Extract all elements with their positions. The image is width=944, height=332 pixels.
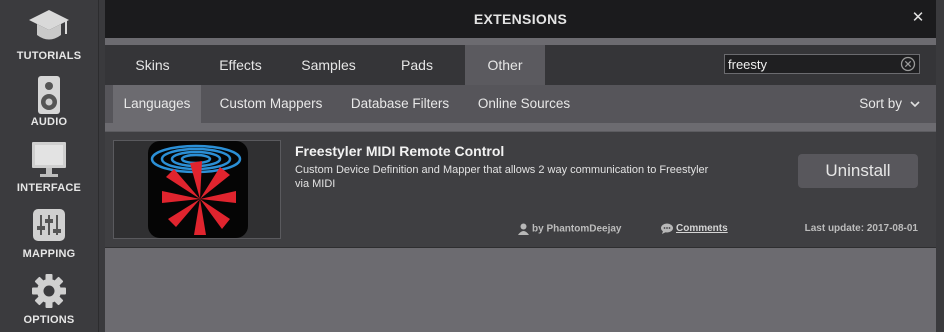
tab-pads[interactable]: Pads bbox=[376, 45, 458, 85]
tab-effects[interactable]: Effects bbox=[200, 45, 281, 85]
extension-author: by PhantomDeejay bbox=[518, 223, 621, 235]
extension-thumbnail bbox=[113, 140, 281, 239]
extension-comments[interactable]: Comments bbox=[661, 223, 728, 234]
sidebar-item-mapping[interactable]: MAPPING bbox=[0, 206, 98, 260]
sidebar-item-label: TUTORIALS bbox=[16, 50, 82, 62]
subtab-custom-mappers[interactable]: Custom Mappers bbox=[211, 85, 331, 123]
freestyler-logo-icon bbox=[148, 141, 248, 238]
subcategory-tabs: Languages Custom Mappers Database Filter… bbox=[105, 85, 936, 123]
extension-title: Freestyler MIDI Remote Control bbox=[295, 143, 505, 159]
chevron-down-icon bbox=[910, 101, 920, 108]
extension-description: Custom Device Definition and Mapper that… bbox=[295, 164, 709, 190]
comment-bubble-icon bbox=[661, 223, 673, 234]
extensions-window: EXTENSIONS ✕ Skins Effects Samples Pads … bbox=[105, 0, 936, 332]
search-box bbox=[724, 54, 920, 74]
sidebar-item-label: AUDIO bbox=[30, 116, 68, 128]
category-tabs: Skins Effects Samples Pads Other bbox=[105, 45, 936, 85]
tab-other[interactable]: Other bbox=[465, 45, 545, 85]
search-input[interactable] bbox=[728, 55, 898, 73]
close-icon[interactable]: ✕ bbox=[910, 9, 926, 27]
sidebar-item-tutorials[interactable]: TUTORIALS bbox=[0, 8, 98, 62]
sidebar-item-audio[interactable]: AUDIO bbox=[0, 74, 98, 128]
author-label: by PhantomDeejay bbox=[532, 223, 622, 235]
subtab-online-sources[interactable]: Online Sources bbox=[469, 85, 579, 123]
window-title: EXTENSIONS bbox=[473, 11, 568, 27]
tab-skins[interactable]: Skins bbox=[105, 45, 200, 85]
subtab-languages[interactable]: Languages bbox=[113, 85, 201, 123]
tab-samples[interactable]: Samples bbox=[281, 45, 376, 85]
sidebar-item-label: OPTIONS bbox=[23, 314, 75, 326]
sort-by-dropdown[interactable]: Sort by bbox=[859, 85, 920, 123]
sidebar-item-interface[interactable]: INTERFACE bbox=[0, 140, 98, 194]
sidebar-item-label: INTERFACE bbox=[16, 182, 82, 194]
title-bar: EXTENSIONS ✕ bbox=[105, 0, 936, 38]
sidebar-item-label: MAPPING bbox=[22, 248, 76, 260]
sidebar-item-options[interactable]: OPTIONS bbox=[0, 272, 98, 326]
comments-link[interactable]: Comments bbox=[676, 223, 728, 234]
monitor-icon bbox=[32, 142, 66, 177]
graduation-cap-icon bbox=[29, 10, 69, 40]
user-icon bbox=[518, 223, 529, 235]
sort-by-label: Sort by bbox=[859, 96, 902, 111]
extension-card: Freestyler MIDI Remote Control Custom De… bbox=[105, 131, 936, 248]
results-empty-area bbox=[105, 248, 936, 332]
speaker-icon bbox=[38, 76, 60, 114]
last-update: Last update: 2017-08-01 bbox=[804, 223, 918, 234]
sliders-icon bbox=[33, 209, 65, 241]
gear-icon bbox=[32, 274, 66, 308]
subtab-database-filters[interactable]: Database Filters bbox=[343, 85, 457, 123]
clear-circle-icon[interactable] bbox=[900, 56, 916, 72]
left-sidebar: TUTORIALS AUDIO INTERFACE MAPPING OPTION… bbox=[0, 0, 99, 332]
uninstall-button[interactable]: Uninstall bbox=[798, 154, 918, 188]
